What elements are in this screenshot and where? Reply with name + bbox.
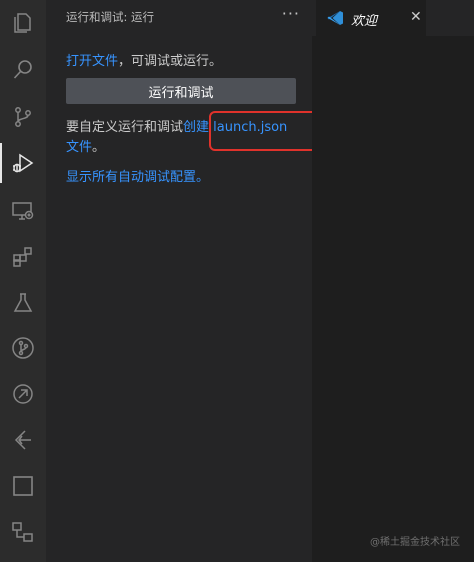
source-control-button[interactable] — [0, 95, 46, 139]
gitlens-icon — [14, 430, 31, 450]
testing-button[interactable] — [0, 281, 46, 325]
timeline-icon — [13, 384, 33, 404]
run-and-debug-button[interactable]: 运行和调试 — [66, 78, 296, 104]
extensions-icon — [13, 247, 32, 267]
tab-welcome[interactable]: 欢迎 ✕ — [316, 0, 426, 36]
remote-explorer-icon — [12, 202, 34, 220]
timeline-button[interactable] — [0, 372, 46, 416]
tab-label: 欢迎 — [351, 14, 378, 29]
open-file-suffix: ，可调试或运行。 — [118, 54, 223, 69]
extensions-button[interactable] — [0, 235, 46, 279]
square-icon — [13, 476, 33, 496]
run-debug-button[interactable] — [0, 141, 46, 185]
testing-icon — [13, 293, 33, 312]
vscode-logo-icon — [327, 11, 343, 25]
show-all-configurations-link[interactable]: 显示所有自动调试配置。 — [66, 166, 209, 185]
editor-area — [312, 36, 474, 562]
git-graph-button[interactable] — [0, 326, 46, 370]
gitlens-button[interactable] — [0, 418, 46, 462]
run-debug-icon — [13, 153, 34, 173]
customize-suffix: 。 — [92, 140, 106, 155]
panel-button[interactable] — [0, 464, 46, 508]
source-control-icon — [15, 107, 31, 127]
explorer-button[interactable] — [0, 1, 46, 45]
open-file-line: 打开文件，可调试或运行。 — [66, 50, 222, 69]
structure-icon — [12, 522, 33, 542]
activity-bar — [0, 0, 46, 562]
git-graph-icon — [12, 337, 34, 359]
run-debug-panel: 运行和调试: 运行 ··· 打开文件，可调试或运行。 运行和调试 要自定义运行和… — [46, 0, 348, 562]
panel-title: 运行和调试: 运行 — [66, 10, 155, 24]
open-file-link[interactable]: 打开文件 — [66, 54, 118, 69]
editor-tab-strip: 欢迎 ✕ — [312, 0, 474, 36]
close-icon[interactable]: ✕ — [410, 9, 422, 25]
customize-prefix: 要自定义运行和调试 — [66, 120, 184, 135]
search-button[interactable] — [0, 48, 46, 92]
structure-button[interactable] — [0, 510, 46, 554]
remote-explorer-button[interactable] — [0, 189, 46, 233]
files-icon — [14, 13, 31, 33]
more-actions-button[interactable]: ··· — [282, 4, 300, 23]
search-icon — [13, 60, 32, 79]
watermark: @稀土掘金技术社区 — [370, 537, 460, 548]
